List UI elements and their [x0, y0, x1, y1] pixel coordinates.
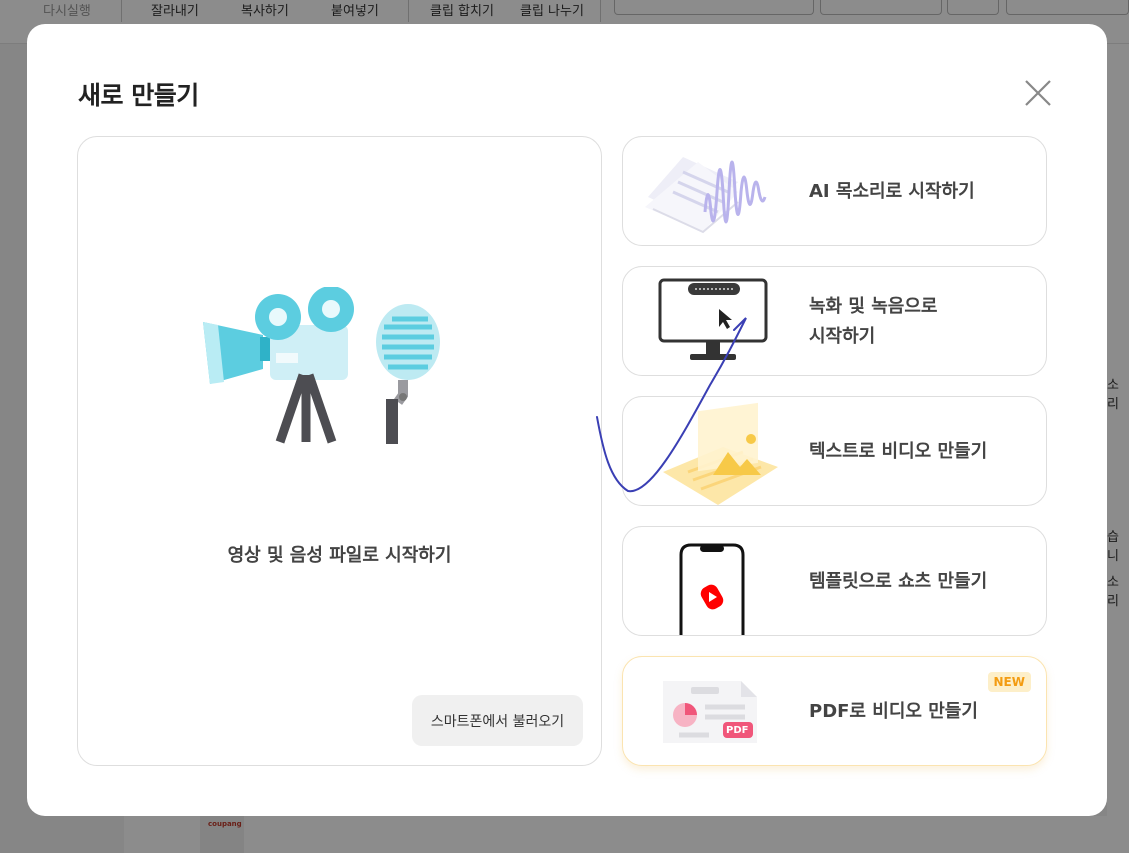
new-project-modal: 새로 만들기 영상 및 음성 파일로 시작하기 스마트폰에서 불러오기 AI 목…: [27, 24, 1107, 816]
text-to-video-card[interactable]: 텍스트로 비디오 만들기: [622, 396, 1047, 506]
modal-title: 새로 만들기: [78, 81, 199, 110]
shorts-phone-icon: [679, 543, 745, 635]
pdf-tag: PDF: [726, 725, 749, 736]
template-shorts-card[interactable]: 템플릿으로 쇼츠 만들기: [622, 526, 1047, 636]
ai-voice-icon: [645, 157, 767, 234]
new-badge: NEW: [987, 672, 1031, 692]
start-with-media-card[interactable]: 영상 및 음성 파일로 시작하기 스마트폰에서 불러오기: [77, 136, 602, 766]
import-from-phone-button[interactable]: 스마트폰에서 불러오기: [412, 695, 583, 746]
ai-voice-card[interactable]: AI 목소리로 시작하기: [622, 136, 1047, 246]
start-with-media-label: 영상 및 음성 파일로 시작하기: [227, 545, 452, 566]
pdf-icon: [663, 681, 757, 743]
video-camera-microphone-icon: [203, 287, 440, 444]
template-shorts-label: 템플릿으로 쇼츠 만들기: [809, 571, 988, 592]
screen-record-icon: [658, 278, 768, 360]
text-to-video-icon: [663, 402, 778, 505]
pdf-to-video-label: PDF로 비디오 만들기: [809, 701, 978, 722]
pdf-to-video-card[interactable]: PDF PDF로 비디오 만들기 NEW: [622, 656, 1047, 766]
close-icon[interactable]: [1023, 78, 1053, 108]
record-label: 녹화 및 녹음으로 시작하기: [809, 296, 938, 347]
record-card[interactable]: 녹화 및 녹음으로 시작하기: [622, 266, 1047, 376]
text-to-video-label: 텍스트로 비디오 만들기: [809, 441, 988, 462]
ai-voice-label: AI 목소리로 시작하기: [809, 181, 975, 202]
